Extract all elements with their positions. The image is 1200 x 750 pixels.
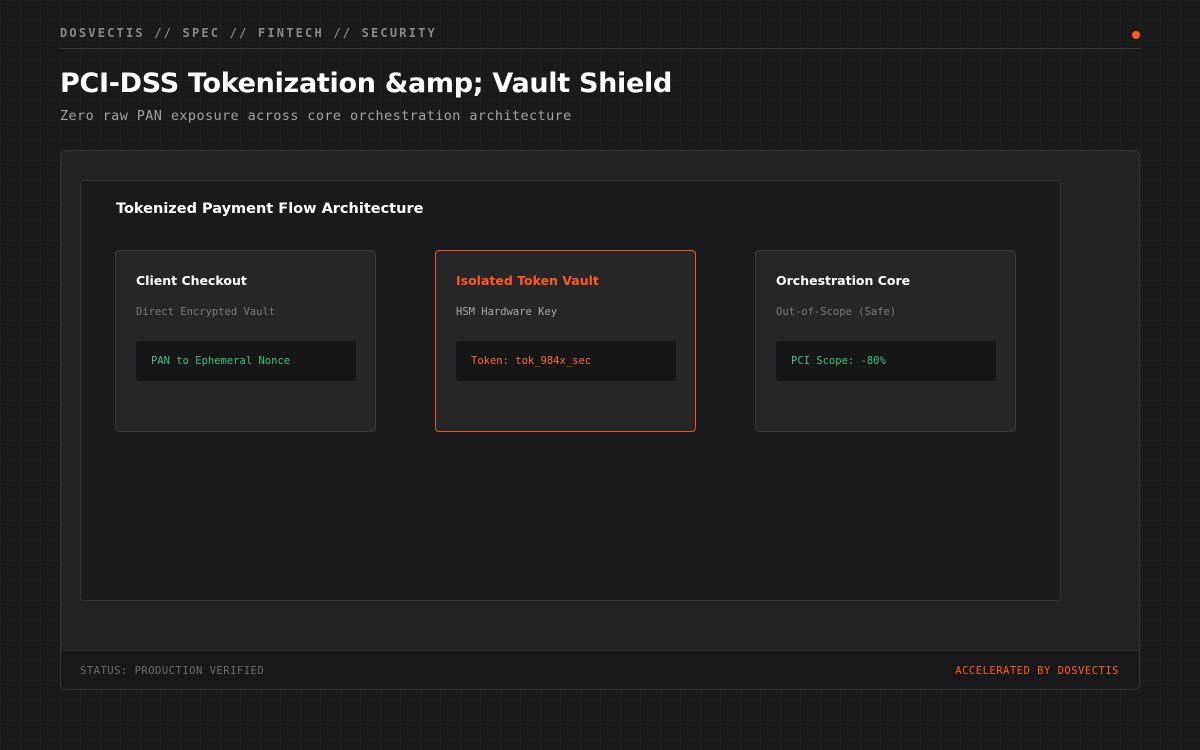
- card-code-value: PAN to Ephemeral Nonce: [136, 341, 356, 381]
- card-title: Client Checkout: [136, 273, 247, 288]
- card-code-value: PCI Scope: -80%: [776, 341, 996, 381]
- card-code-value: Token: tok_984x_sec: [456, 341, 676, 381]
- card-subtitle: Out-of-Scope (Safe): [776, 306, 897, 318]
- card-title: Orchestration Core: [776, 273, 911, 288]
- card-subtitle: HSM Hardware Key: [456, 306, 558, 318]
- page-title: PCI-DSS Tokenization &amp; Vault Shield: [60, 68, 672, 99]
- card-title: Isolated Token Vault: [456, 273, 599, 288]
- diagram-container: Tokenized Payment Flow Architecture Clie…: [80, 180, 1061, 601]
- status-dot-icon: [1132, 31, 1140, 39]
- header-divider: [60, 48, 1140, 49]
- card-isolated-token-vault[interactable]: Isolated Token Vault HSM Hardware Key To…: [435, 250, 696, 432]
- page: DOSVECTIS // SPEC // FINTECH // SECURITY…: [0, 0, 1200, 750]
- card-orchestration-core[interactable]: Orchestration Core Out-of-Scope (Safe) P…: [755, 250, 1016, 432]
- card-client-checkout[interactable]: Client Checkout Direct Encrypted Vault P…: [115, 250, 376, 432]
- status-footer: STATUS: PRODUCTION VERIFIED ACCELERATED …: [61, 650, 1139, 689]
- breadcrumb: DOSVECTIS // SPEC // FINTECH // SECURITY: [60, 26, 437, 40]
- architecture-panel: Tokenized Payment Flow Architecture Clie…: [60, 150, 1140, 690]
- card-subtitle: Direct Encrypted Vault: [136, 306, 276, 318]
- diagram-title: Tokenized Payment Flow Architecture: [116, 201, 424, 217]
- status-text: STATUS: PRODUCTION VERIFIED: [80, 665, 265, 677]
- page-subtitle: Zero raw PAN exposure across core orches…: [60, 108, 572, 124]
- brand-link[interactable]: ACCELERATED BY DOSVECTIS: [955, 665, 1119, 677]
